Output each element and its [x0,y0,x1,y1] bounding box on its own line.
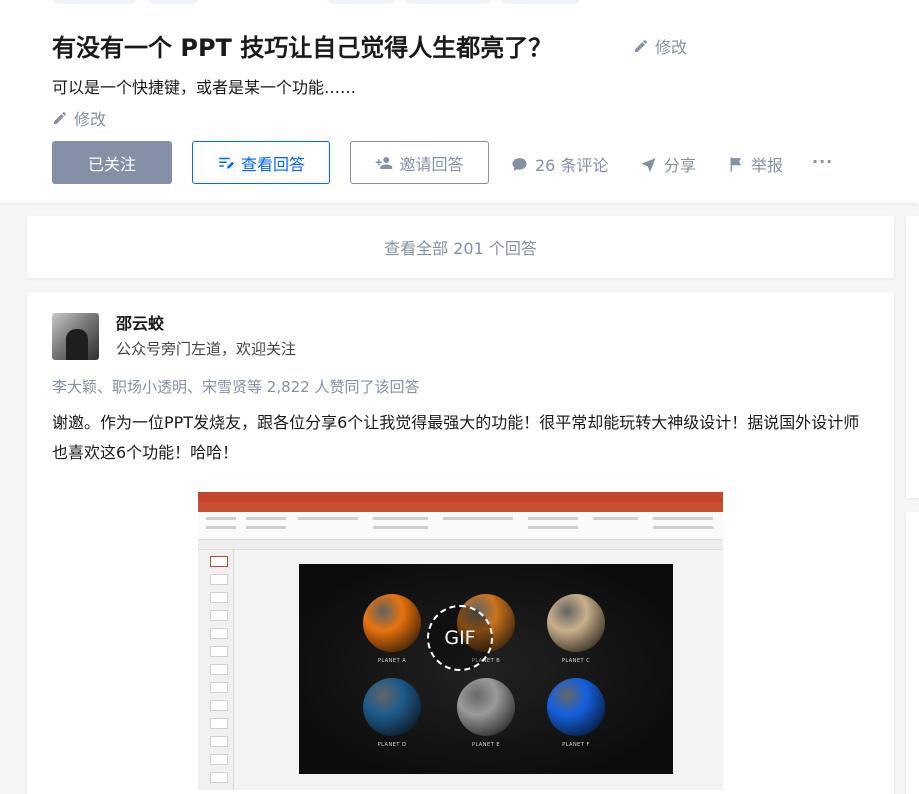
topic-tag[interactable] [146,0,200,4]
ppt-ribbon-tabs [198,502,723,512]
avatar[interactable] [52,313,99,360]
topic-tag[interactable] [52,0,138,4]
report-button[interactable]: 举报 [727,152,783,176]
question-header: 有没有一个 PPT 技巧让自己觉得人生都亮了？ 修改 可以是一个快捷键，或者是某… [0,0,919,203]
planet-label: PLANET F [562,742,590,748]
report-label: 举报 [751,156,784,175]
author-bio: 公众号旁门左道，欢迎关注 [116,340,297,358]
comments-label: 26 条评论 [535,156,609,175]
view-all-label: 查看全部 201 个回答 [384,239,537,258]
planet-image [547,678,605,736]
view-answers-button[interactable]: 查看回答 [192,141,330,184]
comments-button[interactable]: 26 条评论 [511,152,608,176]
share-button[interactable]: 分享 [640,152,696,176]
edit-title-button[interactable]: 修改 [633,34,687,58]
pencil-icon [54,111,66,124]
voters-text[interactable]: 李大颖、职场小透明、宋雪贤等 2,822 人赞同了该回答 [52,376,419,397]
ppt-toolbar [198,540,723,550]
planet-image [363,594,421,652]
ppt-ribbon [198,512,723,540]
topic-tag[interactable] [404,0,492,4]
answer-content: 谢邀。作为一位PPT发烧友，跟各位分享6个让我觉得最强大的功能！很平常却能玩转大… [52,413,860,462]
ppt-title-bar [198,492,723,502]
paper-plane-icon [641,157,656,172]
share-label: 分享 [664,156,697,175]
planet-label: PLANET A [377,658,407,664]
topic-tag[interactable] [326,0,396,4]
comment-icon [512,157,527,171]
edit-label: 修改 [655,38,688,57]
view-all-answers-button[interactable]: 查看全部 201 个回答 [27,216,894,278]
planet-label: PLANET C [561,658,591,664]
more-icon: ··· [812,152,834,171]
question-detail: 可以是一个快捷键，或者是某一个功能…… [52,78,357,97]
topic-tag[interactable] [500,0,582,4]
view-answers-label: 查看回答 [240,154,305,174]
flag-icon [730,156,742,172]
invite-answer-button[interactable]: 邀请回答 [350,141,489,184]
edit-label: 修改 [74,110,107,129]
planet-image [363,678,421,736]
planet-image [547,594,605,652]
more-button[interactable]: ··· [812,152,833,171]
pencil-icon [635,39,647,52]
planet-image [457,678,515,736]
edit-detail-button[interactable]: 修改 [52,106,106,130]
answer-gif[interactable]: PLANET A PLANET B PLANET C PLANET D PLANET E… [198,492,723,790]
ppt-slide-panel [198,550,234,790]
planet-label: PLANET D [377,742,407,748]
write-answer-icon [219,157,235,169]
followed-label: 已关注 [87,154,136,174]
followed-button[interactable]: 已关注 [52,141,172,184]
answer-card: 邵云蛟 公众号旁门左道，欢迎关注 李大颖、职场小透明、宋雪贤等 2,822 人赞… [27,292,894,794]
invite-label: 邀请回答 [399,154,464,174]
sidebar-card [906,216,919,498]
question-title: 有没有一个 PPT 技巧让自己觉得人生都亮了？ [52,34,553,62]
ppt-slide: PLANET A PLANET B PLANET C PLANET D PLANET E… [299,564,673,774]
author-name[interactable]: 邵云蛟 [116,310,164,334]
sidebar-card [906,512,919,794]
add-user-icon [376,156,393,169]
gif-play-badge[interactable]: GIF [427,605,493,671]
planet-label: PLANET E [471,742,501,748]
